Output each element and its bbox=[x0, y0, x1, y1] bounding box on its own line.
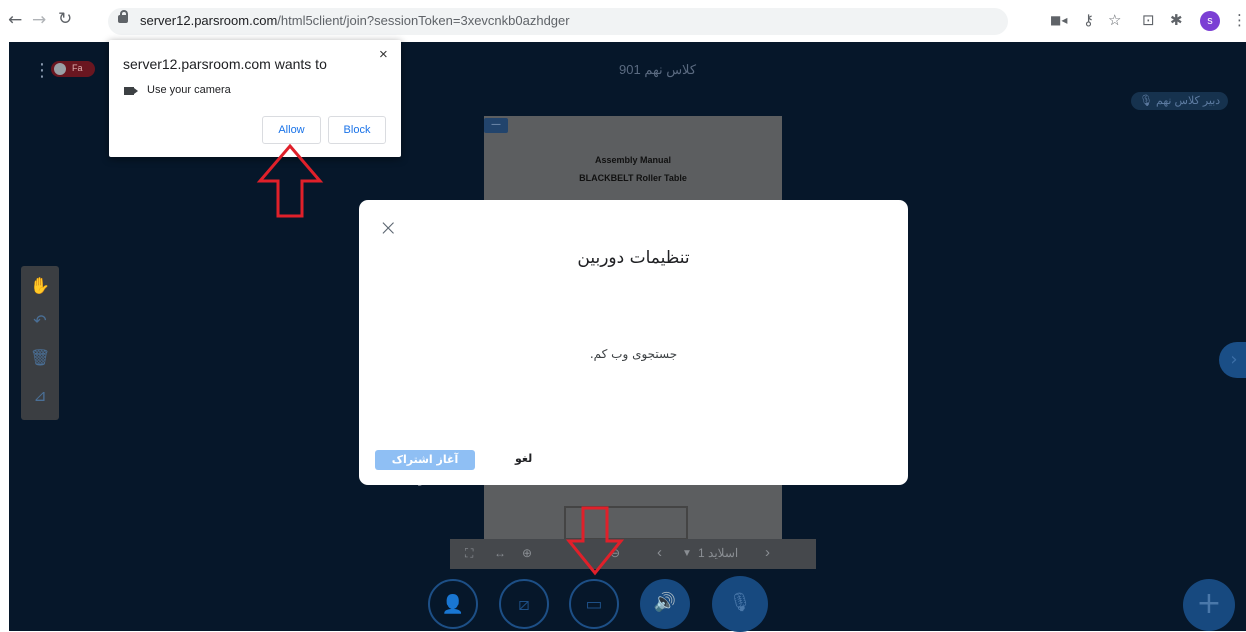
url-host: server12.parsroom.com bbox=[140, 13, 278, 28]
lock-icon[interactable] bbox=[118, 10, 128, 23]
back-icon[interactable]: ← bbox=[8, 10, 22, 30]
permission-request: Use your camera bbox=[147, 84, 231, 96]
modal-title: تنظیمات دوربین bbox=[577, 248, 690, 268]
cancel-button[interactable]: لغو bbox=[515, 452, 532, 465]
close-icon[interactable]: × bbox=[379, 46, 388, 63]
browser-toolbar: ← → ↻ server12.parsroom.com/html5client/… bbox=[0, 0, 1246, 42]
menu-icon[interactable]: ⋮ bbox=[1232, 11, 1246, 29]
allow-button[interactable]: Allow bbox=[262, 116, 321, 144]
arrow-down-shape bbox=[566, 506, 624, 576]
screenshot-icon[interactable]: ⊡ bbox=[1142, 11, 1155, 29]
reload-icon[interactable]: ↻ bbox=[58, 9, 72, 29]
permission-title: server12.parsroom.com wants to bbox=[123, 56, 327, 72]
url-text: server12.parsroom.com/html5client/join?s… bbox=[140, 13, 570, 28]
camera-icon[interactable]: ■◂ bbox=[1050, 13, 1067, 27]
address-bar[interactable]: server12.parsroom.com/html5client/join?s… bbox=[108, 8, 1008, 35]
camera-settings-modal: × تنظیمات دوربین جستجوی وب کم. آغاز اشتر… bbox=[359, 200, 908, 486]
star-icon[interactable]: ☆ bbox=[1108, 11, 1121, 29]
extensions-icon[interactable]: ✱ bbox=[1170, 11, 1183, 29]
annotation-arrow-down-icon bbox=[566, 506, 624, 576]
webcam-search-message: جستجوی وب کم. bbox=[589, 347, 678, 361]
forward-icon[interactable]: → bbox=[32, 10, 46, 30]
key-icon[interactable]: ⚷ bbox=[1083, 11, 1094, 29]
start-sharing-button[interactable]: آغاز اشتراک گذاری bbox=[375, 450, 475, 486]
close-icon[interactable]: × bbox=[379, 216, 397, 241]
arrow-up-shape bbox=[256, 143, 324, 218]
annotation-arrow-up-icon bbox=[256, 143, 324, 218]
block-button[interactable]: Block bbox=[328, 116, 386, 144]
profile-avatar[interactable]: s bbox=[1200, 11, 1220, 31]
camera-permission-popup: server12.parsroom.com wants to × Use you… bbox=[109, 40, 401, 157]
url-path: /html5client/join?sessionToken=3xevcnkb0… bbox=[277, 13, 570, 28]
camera-icon bbox=[124, 87, 138, 95]
